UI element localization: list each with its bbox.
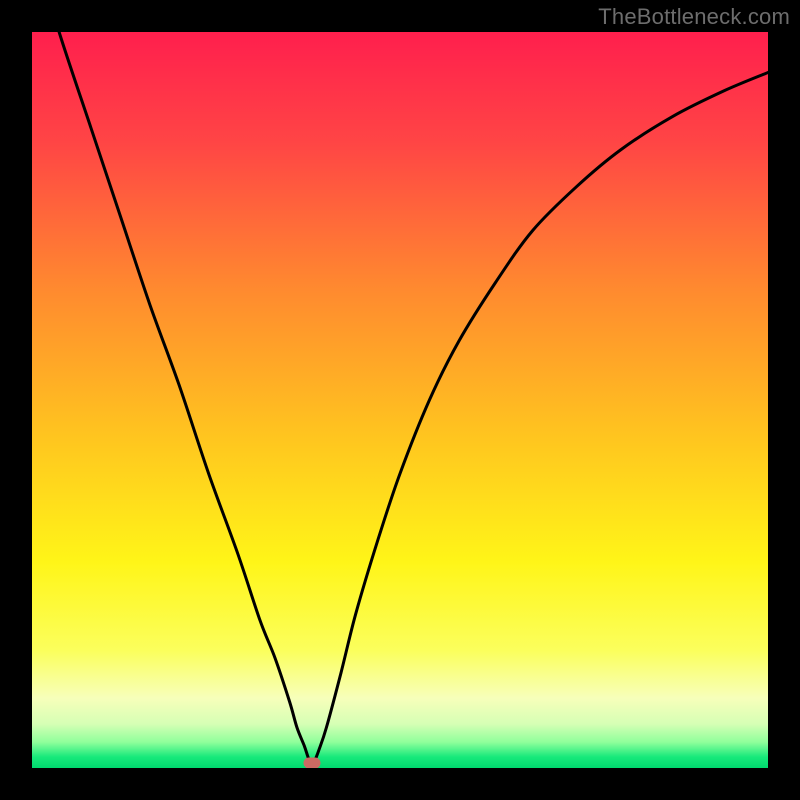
watermark-text: TheBottleneck.com <box>598 4 790 30</box>
plot-svg <box>32 32 768 768</box>
chart-frame: TheBottleneck.com <box>0 0 800 800</box>
plot-area <box>32 32 768 768</box>
optimal-marker <box>303 757 320 768</box>
gradient-background <box>32 32 768 768</box>
